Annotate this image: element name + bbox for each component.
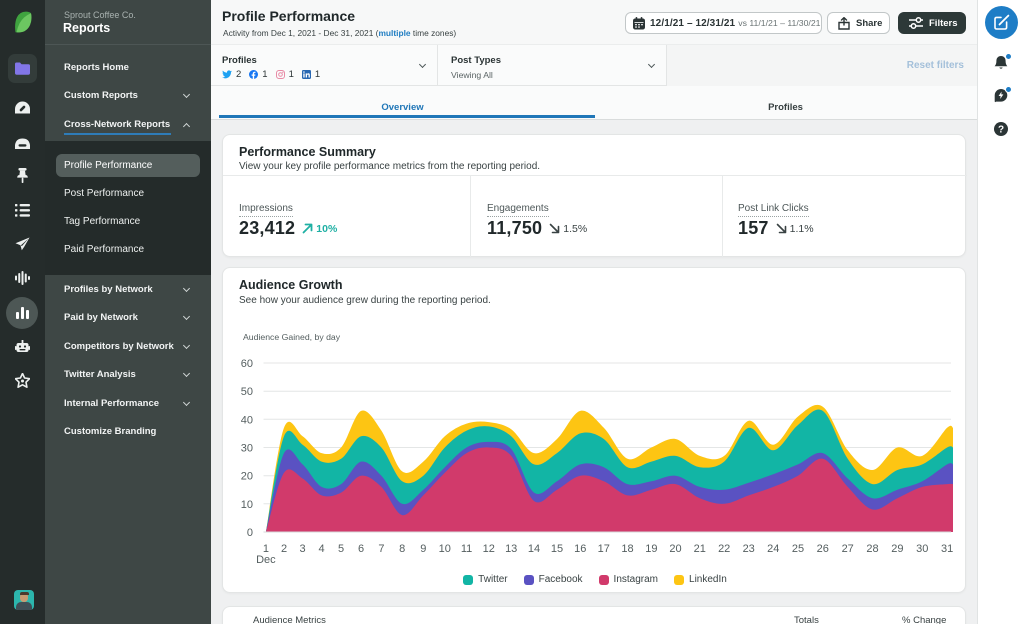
svg-text:11: 11 [461,543,472,555]
svg-text:7: 7 [378,543,384,555]
svg-text:2: 2 [281,543,287,555]
svg-text:12: 12 [483,543,495,555]
svg-text:30: 30 [241,443,253,455]
svg-text:13: 13 [505,543,517,555]
svg-text:10: 10 [439,543,451,555]
svg-text:27: 27 [842,543,854,555]
svg-text:25: 25 [792,543,804,555]
svg-text:40: 40 [241,414,253,426]
svg-text:Dec: Dec [256,554,276,566]
svg-text:3: 3 [300,543,306,555]
svg-text:26: 26 [817,543,829,555]
svg-text:29: 29 [891,543,903,555]
svg-text:9: 9 [420,543,426,555]
svg-text:24: 24 [767,543,779,555]
svg-text:21: 21 [694,543,706,555]
svg-text:50: 50 [241,386,253,398]
svg-text:8: 8 [399,543,405,555]
svg-text:5: 5 [338,543,344,555]
svg-text:18: 18 [621,543,633,555]
svg-text:6: 6 [358,543,364,555]
svg-text:10: 10 [241,499,253,511]
svg-text:28: 28 [866,543,878,555]
svg-text:0: 0 [247,527,253,539]
svg-text:15: 15 [551,543,563,555]
svg-text:?: ? [998,125,1004,136]
svg-text:22: 22 [718,543,730,555]
svg-text:16: 16 [574,543,586,555]
svg-text:4: 4 [319,543,325,555]
svg-text:14: 14 [528,543,540,555]
svg-text:20: 20 [241,471,253,483]
svg-text:17: 17 [598,543,610,555]
svg-text:31: 31 [941,543,953,555]
svg-text:19: 19 [645,543,657,555]
svg-text:20: 20 [669,543,681,555]
svg-text:60: 60 [241,358,253,370]
svg-text:30: 30 [916,543,928,555]
svg-text:23: 23 [743,543,755,555]
